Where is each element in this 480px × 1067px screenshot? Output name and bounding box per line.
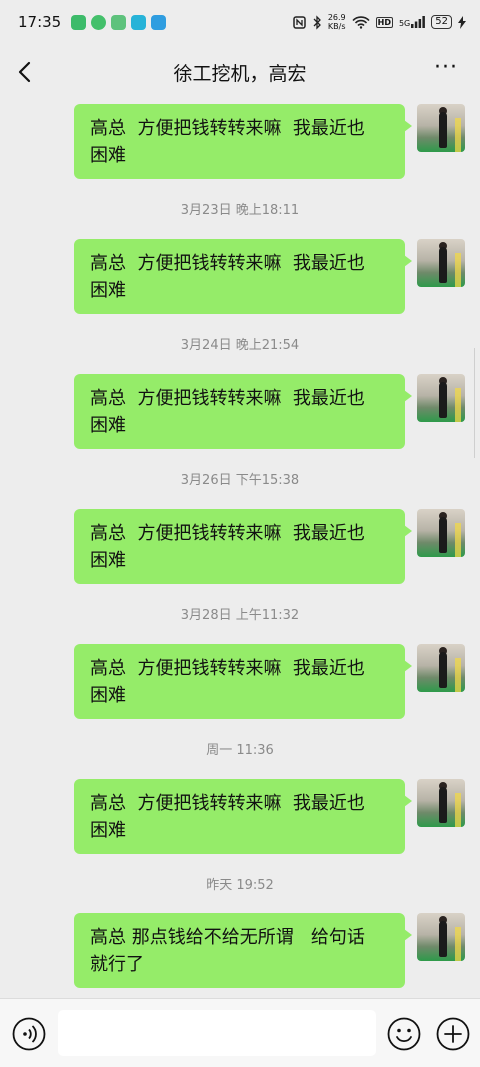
message-timestamp: 周一 11:36 (206, 743, 274, 758)
avatar-figure (439, 517, 447, 553)
avatar-rail (455, 523, 461, 557)
avatar[interactable] (417, 779, 465, 827)
emoji-icon[interactable] (387, 1017, 421, 1051)
avatar-rail (455, 927, 461, 961)
message-timestamp: 3月26日 下午15:38 (180, 473, 300, 488)
avatar[interactable] (417, 644, 465, 692)
message-row: 高总 方便把钱转转来嘛 我最近也 困难 (0, 779, 480, 859)
charging-icon (458, 15, 466, 29)
message-timestamp: 3月23日 晚上18:11 (180, 203, 300, 218)
avatar-rail (455, 658, 461, 692)
status-time: 17:35 (18, 13, 62, 31)
message-bubble[interactable]: 高总 方便把钱转转来嘛 我最近也 困难 (74, 509, 412, 584)
net-speed: 26.9 KB/s (328, 13, 346, 31)
avatar[interactable] (417, 239, 465, 287)
shield-notification-icon (111, 14, 127, 30)
scrollbar[interactable] (474, 348, 478, 458)
message-row: 高总 方便把钱转转来嘛 我最近也 困难 (0, 509, 480, 589)
message-bubble[interactable]: 高总 方便把钱转转来嘛 我最近也 困难 (74, 779, 412, 854)
chat-header: 徐工挖机，高宏 ··· (0, 44, 480, 100)
avatar-rail (455, 253, 461, 287)
more-dots-icon[interactable]: ··· (434, 57, 460, 84)
avatar[interactable] (417, 104, 465, 152)
wechat-notification-icon (71, 14, 87, 30)
message-bubble[interactable]: 高总 方便把钱转转来嘛 我最近也 困难 (74, 644, 412, 719)
phone-notification-icon (151, 14, 167, 30)
avatar-figure (439, 652, 447, 688)
plus-icon[interactable] (436, 1017, 470, 1051)
avatar-figure (439, 112, 447, 148)
message-timestamp: 3月28日 上午11:32 (180, 608, 300, 623)
net-speed-value: 26.9 (327, 13, 346, 22)
avatar-figure (439, 247, 447, 283)
wifi-icon (352, 15, 370, 29)
message-row: 高总 方便把钱转转来嘛 我最近也 困难 (0, 239, 480, 319)
app-notification-icon (131, 14, 147, 30)
status-indicators: 26.9 KB/s HD 5G 52 (293, 13, 466, 31)
signal-indicator: 5G (398, 16, 426, 28)
battery-level: 52 (431, 15, 452, 29)
chat-title: 徐工挖机，高宏 (173, 62, 307, 85)
message-timestamp: 昨天 19:52 (206, 878, 274, 893)
message-row: 高总 方便把钱转转来嘛 我最近也 困难 (0, 374, 480, 454)
hd-badge: HD (375, 16, 393, 28)
notification-icons (71, 14, 167, 30)
nfc-icon (293, 15, 306, 29)
avatar-rail (455, 793, 461, 827)
message-row: 高总 方便把钱转转来嘛 我最近也 困难 (0, 644, 480, 724)
message-bubble[interactable]: 高总 方便把钱转转来嘛 我最近也 困难 (74, 239, 412, 314)
chevron-left-icon[interactable] (12, 58, 40, 86)
signal-bars-icon (411, 16, 426, 28)
status-bar: 17:35 26.9 KB/s HD 5G 52 (0, 0, 480, 44)
avatar-figure (439, 787, 447, 823)
message-row: 高总 那点钱给不给无所谓 给句话 就行了 (0, 913, 480, 993)
voice-icon[interactable] (12, 1017, 46, 1051)
avatar[interactable] (417, 374, 465, 422)
avatar-figure (439, 382, 447, 418)
avatar-rail (455, 388, 461, 422)
chat-message-list[interactable]: 高总 方便把钱转转来嘛 我最近也 困难 3月23日 晚上18:11 高总 方便把… (0, 100, 480, 998)
avatar-figure (439, 921, 447, 957)
message-bubble[interactable]: 高总 那点钱给不给无所谓 给句话 就行了 (74, 913, 412, 988)
message-bubble[interactable]: 高总 方便把钱转转来嘛 我最近也 困难 (74, 374, 412, 449)
search-notification-icon (91, 14, 107, 30)
message-row: 高总 方便把钱转转来嘛 我最近也 困难 (0, 104, 480, 184)
message-bubble[interactable]: 高总 方便把钱转转来嘛 我最近也 困难 (74, 104, 412, 179)
bluetooth-icon (313, 14, 321, 30)
net-speed-unit: KB/s (327, 22, 346, 31)
avatar-rail (455, 118, 461, 152)
message-input[interactable] (58, 1010, 376, 1056)
input-bar (0, 998, 480, 1067)
avatar[interactable] (417, 509, 465, 557)
avatar[interactable] (417, 913, 465, 961)
signal-label: 5G (398, 19, 411, 28)
message-timestamp: 3月24日 晚上21:54 (180, 338, 300, 353)
